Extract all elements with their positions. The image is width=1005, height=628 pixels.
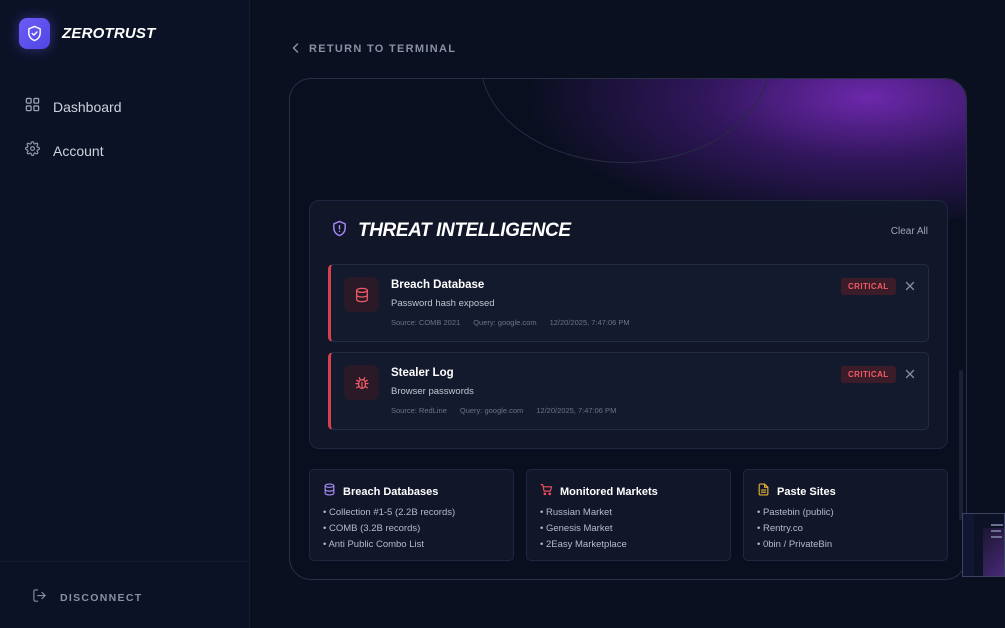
sidebar: ZEROTRUST Dashboard Account DISCONNECT [0,0,250,628]
sidebar-item-dashboard[interactable]: Dashboard [25,96,122,118]
alert-card[interactable]: Stealer Log Browser passwords Source: Re… [328,352,929,430]
thumbnail-line [991,524,1003,526]
threat-header: THREAT INTELLIGENCE [331,220,571,242]
document-icon [757,483,770,501]
sidebar-footer: DISCONNECT [0,561,250,628]
threat-intelligence-section: THREAT INTELLIGENCE Clear All Breach Dat… [309,200,948,449]
card-breach-databases: Breach Databases • Collection #1-5 (2.2B… [309,469,514,561]
alert-time: 12/20/2025, 7:47:06 PM [549,318,630,327]
list-item: • Pastebin (public) [757,507,834,518]
alert-query: Query: google.com [459,406,524,415]
list-item: • 0bin / PrivateBin [757,539,833,550]
card-title: Breach Databases [343,486,439,498]
preview-thumbnail[interactable] [962,513,1005,577]
return-label: RETURN TO TERMINAL [309,43,457,55]
alert-query: Query: google.com [473,318,537,327]
sidebar-item-account[interactable]: Account [25,140,122,162]
database-icon [323,483,336,501]
logout-icon [32,588,47,608]
gear-icon [25,141,40,161]
severity-badge: CRITICAL [841,366,896,383]
severity-badge: CRITICAL [841,278,896,295]
brand-name: ZEROTRUST [62,25,156,42]
sidebar-item-label: Account [53,143,104,159]
alert-description: Browser passwords [391,386,474,397]
database-icon [344,277,379,312]
clear-all-button[interactable]: Clear All [891,226,928,237]
thumbnail-line [991,536,1002,538]
card-header: Breach Databases [323,483,438,501]
close-icon[interactable] [905,278,917,291]
shield-check-icon [19,18,50,49]
list-item: • Anti Public Combo List [323,539,425,550]
chevron-left-icon [292,40,299,58]
list-item: • Genesis Market [540,523,613,534]
scrollbar[interactable] [959,370,963,520]
card-list: • Collection #1-5 (2.2B records) • COMB … [323,505,455,553]
list-item: • Rentry.co [757,523,803,534]
list-item: • Collection #1-5 (2.2B records) [323,507,456,518]
card-list: • Pastebin (public) • Rentry.co • 0bin /… [757,505,834,553]
card-monitored-markets: Monitored Markets • Russian Market • Gen… [526,469,731,561]
main-panel: THREAT INTELLIGENCE Clear All Breach Dat… [289,78,967,580]
alert-title: Stealer Log [391,367,454,379]
brand[interactable]: ZEROTRUST [19,18,155,49]
grid-icon [25,97,40,117]
alert-card[interactable]: Breach Database Password hash exposed So… [328,264,929,342]
card-list: • Russian Market • Genesis Market • 2Eas… [540,505,627,553]
alert-source: Source: RedLine [391,406,447,415]
list-item: • Russian Market [540,507,612,518]
card-title: Paste Sites [777,486,836,498]
card-title: Monitored Markets [560,486,658,498]
alert-time: 12/20/2025, 7:47:06 PM [536,406,617,415]
bug-icon [344,365,379,400]
shield-alert-icon [331,220,348,242]
disconnect-button[interactable]: DISCONNECT [32,588,142,608]
close-icon[interactable] [905,366,917,379]
card-paste-sites: Paste Sites • Pastebin (public) • Rentry… [743,469,948,561]
thumbnail-sidebar [963,514,974,576]
alert-meta: Source: RedLine Query: google.com 12/20/… [391,406,629,415]
alert-meta: Source: COMB 2021 Query: google.com 12/2… [391,318,643,327]
thumbnail-line [991,530,1001,532]
list-item: • COMB (3.2B records) [323,523,421,534]
list-item: • 2Easy Marketplace [540,539,627,550]
return-to-terminal-link[interactable]: RETURN TO TERMINAL [292,40,456,58]
disconnect-label: DISCONNECT [60,592,143,604]
cart-icon [540,483,553,501]
threat-title: THREAT INTELLIGENCE [358,220,571,241]
card-header: Paste Sites [757,483,836,501]
sidebar-nav: Dashboard Account [25,96,122,184]
alert-description: Password hash exposed [391,298,495,309]
alert-source: Source: COMB 2021 [391,318,461,327]
sidebar-item-label: Dashboard [53,99,122,115]
card-header: Monitored Markets [540,483,658,501]
alert-title: Breach Database [391,279,485,291]
